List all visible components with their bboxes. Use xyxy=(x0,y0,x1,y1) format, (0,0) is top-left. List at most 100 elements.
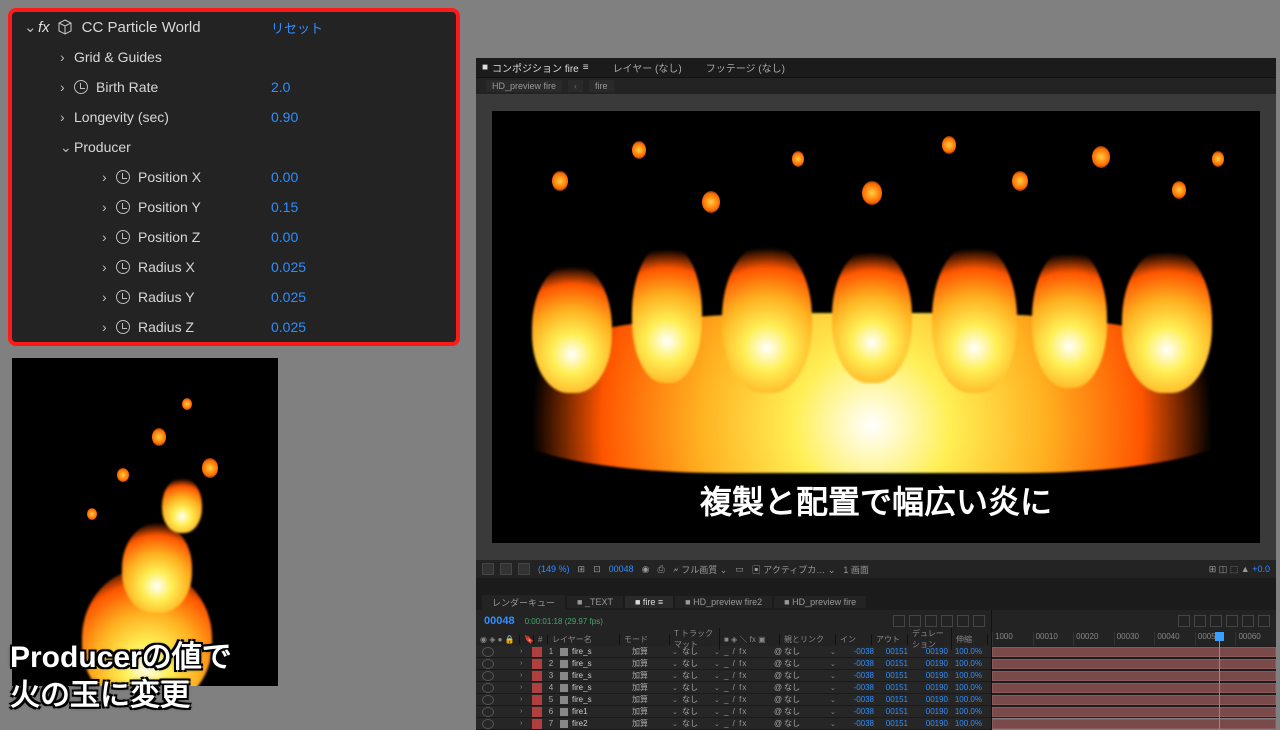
position-y-row[interactable]: ›Position Y0.15 xyxy=(12,192,456,222)
display-icon[interactable]: ▭ xyxy=(735,564,744,575)
chevron-right-icon[interactable]: › xyxy=(102,289,116,305)
timeline-tab[interactable]: ■ _TEXT xyxy=(567,596,623,608)
prop-value[interactable]: 0.025 xyxy=(271,259,446,275)
col-parent[interactable]: 親とリンク xyxy=(780,634,836,645)
label-color[interactable] xyxy=(532,659,542,669)
chevron-down-icon[interactable]: ⌄ xyxy=(24,18,38,36)
grid-guides-row[interactable]: › Grid & Guides xyxy=(12,42,456,72)
parent-link[interactable]: なし xyxy=(784,646,830,657)
chevron-right-icon[interactable]: › xyxy=(60,79,74,95)
stopwatch-icon[interactable] xyxy=(116,260,130,274)
in-point[interactable]: -0038 xyxy=(840,707,874,716)
label-color[interactable] xyxy=(532,707,542,717)
layer-row[interactable]: ›5fire_s加算⌄なし⌄_ / fx@なし⌄-003800151001901… xyxy=(476,694,991,706)
quality-dropdown[interactable]: 🗲 フル画質 ⌄ xyxy=(673,563,728,576)
tab-layer[interactable]: レイヤー (なし) xyxy=(613,60,682,75)
visibility-toggle[interactable] xyxy=(482,719,494,729)
prop-value[interactable]: 0.00 xyxy=(271,229,446,245)
playhead[interactable] xyxy=(1219,632,1220,730)
layer-bar[interactable] xyxy=(992,683,1276,693)
snapshot-icon[interactable]: ⎙ xyxy=(658,564,665,575)
grid-icon[interactable]: ⊡ xyxy=(593,564,601,575)
stopwatch-icon[interactable] xyxy=(74,80,88,94)
layer-bar[interactable] xyxy=(992,695,1276,705)
duration[interactable]: 00190 xyxy=(908,707,948,716)
out-point[interactable]: 00151 xyxy=(874,647,908,656)
label-color[interactable] xyxy=(532,719,542,729)
switches[interactable]: _ / fx xyxy=(724,707,774,716)
pickwhip-icon[interactable]: @ xyxy=(774,671,784,680)
visibility-toggle[interactable] xyxy=(482,683,494,693)
time-ruler[interactable]: 1000000100002000030000400005000060 xyxy=(992,632,1276,646)
track-matte[interactable]: なし xyxy=(682,646,714,657)
longevity-row[interactable]: › Longevity (sec) 0.90 xyxy=(12,102,456,132)
reset-link[interactable]: リセット xyxy=(271,18,446,37)
visibility-toggle[interactable] xyxy=(482,671,494,681)
chevron-right-icon[interactable]: › xyxy=(102,319,116,335)
tab-footage[interactable]: フッテージ (なし) xyxy=(706,60,785,75)
duration[interactable]: 00190 xyxy=(908,695,948,704)
duration[interactable]: 00190 xyxy=(908,683,948,692)
layer-bar[interactable] xyxy=(992,707,1276,717)
in-point[interactable]: -0038 xyxy=(840,647,874,656)
col-switches[interactable]: ■ ◈ ＼ fx ▣ xyxy=(720,634,780,645)
in-point[interactable]: -0038 xyxy=(840,659,874,668)
zoom-value[interactable]: (149 %) xyxy=(538,564,570,574)
stretch[interactable]: 100.0% xyxy=(948,671,982,680)
layer-name[interactable]: fire_s xyxy=(572,683,632,692)
stretch[interactable]: 100.0% xyxy=(948,719,982,728)
blend-mode[interactable]: 加算 xyxy=(632,658,672,669)
pickwhip-icon[interactable]: @ xyxy=(774,719,784,728)
prop-value[interactable]: 0.00 xyxy=(271,169,446,185)
layer-name[interactable]: fire_s xyxy=(572,695,632,704)
duration[interactable]: 00190 xyxy=(908,647,948,656)
stretch[interactable]: 100.0% xyxy=(948,707,982,716)
stopwatch-icon[interactable] xyxy=(116,230,130,244)
prop-value[interactable]: 0.025 xyxy=(271,289,446,305)
effect-title-row[interactable]: ⌄ fx CC Particle World リセット xyxy=(12,12,456,42)
timeline-tab[interactable]: ■ HD_preview fire2 xyxy=(675,596,772,608)
label-color[interactable] xyxy=(532,671,542,681)
stopwatch-icon[interactable] xyxy=(116,290,130,304)
crumb[interactable]: HD_preview fire xyxy=(486,80,562,92)
col-layer-name[interactable]: レイヤー名 xyxy=(548,634,620,645)
position-z-row[interactable]: ›Position Z0.00 xyxy=(12,222,456,252)
layer-name[interactable]: fire2 xyxy=(572,719,632,728)
viewer-tool-icons[interactable] xyxy=(482,563,530,575)
blend-mode[interactable]: 加算 xyxy=(632,694,672,705)
chevron-right-icon[interactable]: › xyxy=(60,49,74,65)
switches[interactable]: _ / fx xyxy=(724,683,774,692)
switches[interactable]: _ / fx xyxy=(724,659,774,668)
layer-row[interactable]: ›6fire1加算⌄なし⌄_ / fx@なし⌄-0038001510019010… xyxy=(476,706,991,718)
out-point[interactable]: 00151 xyxy=(874,695,908,704)
comp-viewer[interactable]: 複製と配置で幅広い炎に xyxy=(476,94,1276,560)
stretch[interactable]: 100.0% xyxy=(948,647,982,656)
out-point[interactable]: 00151 xyxy=(874,659,908,668)
prop-value[interactable]: 2.0 xyxy=(271,79,446,95)
label-color[interactable] xyxy=(532,683,542,693)
chevron-right-icon[interactable]: › xyxy=(520,660,528,667)
layer-row[interactable]: ›4fire_s加算⌄なし⌄_ / fx@なし⌄-003800151001901… xyxy=(476,682,991,694)
parent-link[interactable]: なし xyxy=(784,706,830,717)
timecode[interactable]: 00048 xyxy=(484,615,515,627)
chevron-right-icon[interactable]: › xyxy=(520,648,528,655)
camera-dropdown[interactable]: ▣ アクティブカ… ⌄ xyxy=(752,563,836,576)
current-frame[interactable]: 00048 xyxy=(609,564,634,574)
chevron-right-icon[interactable]: › xyxy=(520,672,528,679)
chevron-down-icon[interactable]: ⌄ xyxy=(60,139,74,156)
visibility-toggle[interactable] xyxy=(482,659,494,669)
layer-bar[interactable] xyxy=(992,659,1276,669)
layer-name[interactable]: fire_s xyxy=(572,659,632,668)
in-point[interactable]: -0038 xyxy=(840,671,874,680)
timeline-search-icons[interactable] xyxy=(893,615,991,627)
chevron-right-icon[interactable]: › xyxy=(520,684,528,691)
visibility-toggle[interactable] xyxy=(482,707,494,717)
stopwatch-icon[interactable] xyxy=(116,200,130,214)
pickwhip-icon[interactable]: @ xyxy=(774,647,784,656)
visibility-toggle[interactable] xyxy=(482,695,494,705)
track-matte[interactable]: なし xyxy=(682,670,714,681)
col-out[interactable]: アウト xyxy=(872,634,908,645)
col-stretch[interactable]: 伸縮 xyxy=(952,634,988,645)
prop-value[interactable]: 0.15 xyxy=(271,199,446,215)
track-matte[interactable]: なし xyxy=(682,706,714,717)
